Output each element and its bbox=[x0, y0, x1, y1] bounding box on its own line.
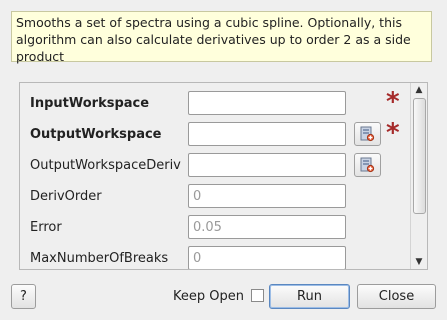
property-row-derivorder: DerivOrder bbox=[20, 181, 412, 212]
outputworkspacederiv-field[interactable] bbox=[188, 153, 346, 177]
property-row-outputworkspace: OutputWorkspace * bbox=[20, 119, 412, 150]
help-button[interactable]: ? bbox=[11, 284, 36, 309]
properties-scrollbar[interactable]: ▲ ▼ bbox=[410, 83, 427, 269]
property-label: MaxNumberOfBreaks bbox=[30, 251, 169, 266]
keep-open-label: Keep Open bbox=[173, 289, 244, 304]
keep-open-checkbox[interactable] bbox=[251, 289, 264, 302]
outputworkspace-browse-button[interactable] bbox=[354, 122, 381, 146]
property-rows: InputWorkspace * OutputWorkspace * Outpu… bbox=[20, 88, 412, 269]
scroll-down-arrow-icon[interactable]: ▼ bbox=[411, 255, 427, 269]
workspace-browse-icon bbox=[360, 126, 375, 142]
property-row-outputworkspacederiv: OutputWorkspaceDeriv bbox=[20, 150, 412, 181]
property-row-maxnumberofbreaks: MaxNumberOfBreaks bbox=[20, 243, 412, 269]
required-marker: * bbox=[386, 87, 400, 117]
workspace-browse-icon bbox=[360, 157, 375, 173]
algorithm-description: Smooths a set of spectra using a cubic s… bbox=[11, 11, 432, 64]
close-button[interactable]: Close bbox=[357, 284, 436, 309]
scrollbar-thumb[interactable] bbox=[413, 98, 426, 214]
outputworkspace-field[interactable] bbox=[188, 122, 346, 146]
property-label: InputWorkspace bbox=[30, 96, 150, 111]
maxnumberofbreaks-field[interactable] bbox=[188, 246, 346, 269]
inputworkspace-field[interactable] bbox=[188, 91, 346, 115]
scroll-up-arrow-icon[interactable]: ▲ bbox=[411, 83, 427, 97]
run-button[interactable]: Run bbox=[269, 284, 350, 309]
property-label: OutputWorkspace bbox=[30, 127, 162, 142]
error-field[interactable] bbox=[188, 215, 346, 239]
property-label: DerivOrder bbox=[30, 189, 102, 204]
property-label: OutputWorkspaceDeriv bbox=[30, 158, 181, 173]
required-marker: * bbox=[386, 118, 400, 148]
derivorder-field[interactable] bbox=[188, 184, 346, 208]
property-row-error: Error bbox=[20, 212, 412, 243]
property-row-inputworkspace: InputWorkspace * bbox=[20, 88, 412, 119]
property-label: Error bbox=[30, 220, 62, 235]
properties-panel: InputWorkspace * OutputWorkspace * Outpu… bbox=[19, 82, 428, 270]
outputworkspacederiv-browse-button[interactable] bbox=[354, 153, 381, 177]
